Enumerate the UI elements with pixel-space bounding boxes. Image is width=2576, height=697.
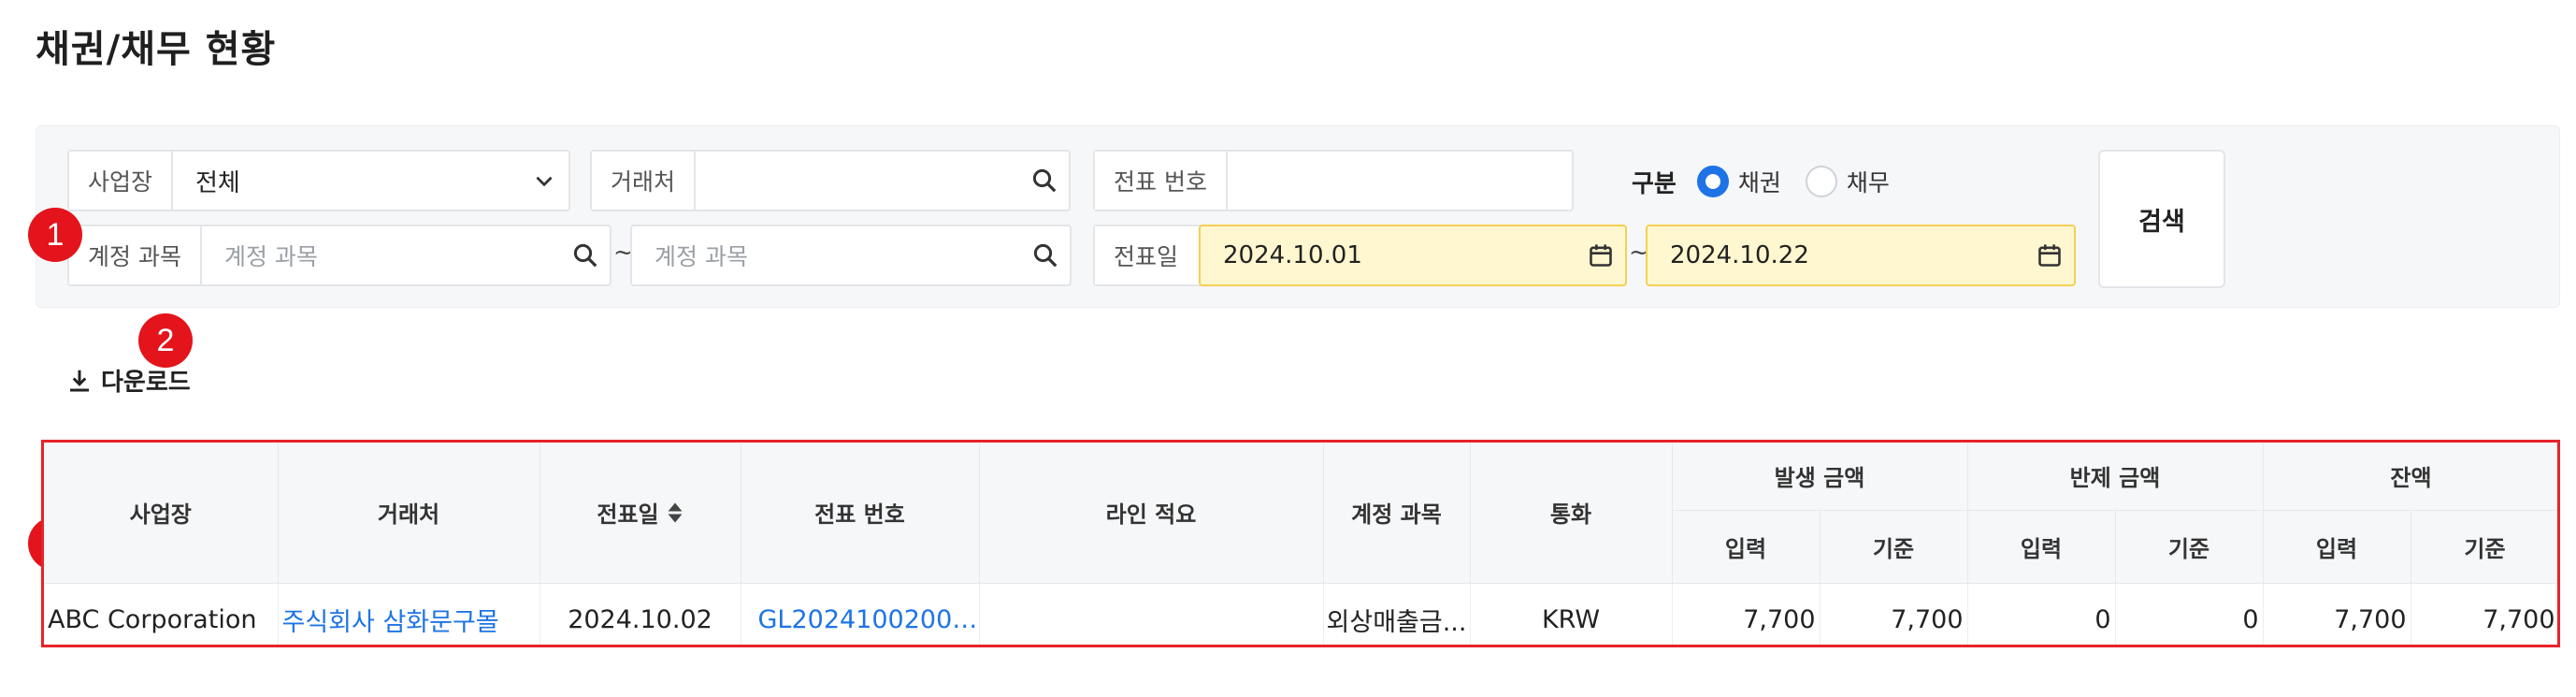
division-radio-group: 구분 채권 채무 (1632, 159, 1914, 204)
cell-voucher-date: 2024.10.02 (540, 583, 741, 645)
cell-voucher-no-link[interactable]: GL202410020002 (741, 583, 980, 645)
download-label: 다운로드 (101, 369, 191, 397)
cell-occurred-base: 7,700 (1820, 583, 1968, 645)
col-header-voucher-date-label: 전표일 (597, 501, 659, 528)
col-header-account-subject: 계정 과목 (1323, 443, 1471, 584)
partner-label: 거래처 (592, 152, 697, 210)
col-header-offset-base: 기준 (2115, 510, 2264, 584)
col-header-balance-base: 기준 (2411, 510, 2557, 584)
col-header-balance-input: 입력 (2263, 510, 2411, 584)
voucher-date-label-box: 전표일 (1093, 225, 1202, 286)
cell-occurred-input: 7,700 (1672, 583, 1820, 645)
search-button[interactable]: 검색 (2098, 150, 2225, 288)
account-subject-from-input[interactable]: 계정 과목 (202, 239, 561, 272)
radio-checked-icon[interactable] (1696, 166, 1729, 197)
account-subject-from-field[interactable]: 계정 과목 계정 과목 (67, 225, 612, 286)
business-site-label: 사업장 (69, 152, 174, 210)
search-icon[interactable] (1020, 152, 1069, 210)
partner-field[interactable]: 거래처 (590, 150, 1071, 211)
calendar-icon[interactable] (1576, 226, 1625, 284)
col-header-line-summary: 라인 적요 (979, 443, 1324, 584)
col-header-business-site: 사업장 (44, 443, 279, 584)
voucher-date-to-value[interactable]: 2024.10.22 (1648, 241, 2025, 269)
col-header-balance: 잔액 (2263, 443, 2557, 511)
download-button[interactable]: 다운로드 (65, 363, 191, 398)
col-header-offset-input: 입력 (1967, 510, 2116, 584)
business-site-select[interactable]: 사업장 전체 (67, 150, 570, 211)
account-subject-to-field[interactable]: 계정 과목 (630, 225, 1072, 286)
annotation-marker-1: 1 (28, 208, 82, 262)
voucher-no-label: 전표 번호 (1095, 152, 1228, 210)
sort-icon[interactable] (667, 501, 684, 530)
col-header-offset-amount: 반제 금액 (1967, 443, 2264, 511)
annotation-marker-2: 2 (138, 313, 193, 368)
account-subject-to-input[interactable]: 계정 과목 (632, 239, 1021, 272)
radio-payable[interactable]: 채무 (1805, 165, 1890, 198)
chevron-down-icon[interactable] (520, 152, 568, 210)
col-header-currency: 통화 (1470, 443, 1673, 584)
radio-receivable-label: 채권 (1737, 169, 1781, 196)
radio-unchecked-icon[interactable] (1805, 166, 1837, 197)
col-header-voucher-no: 전표 번호 (741, 443, 980, 584)
voucher-date-label: 전표일 (1095, 226, 1198, 284)
calendar-icon[interactable] (2025, 226, 2074, 284)
cell-business-site: ABC Corporation (44, 583, 279, 645)
search-icon[interactable] (561, 226, 610, 284)
business-site-value: 전체 (195, 168, 240, 197)
cell-account-subject: 외상매출금... (1323, 583, 1471, 645)
cell-currency: KRW (1470, 583, 1673, 645)
cell-balance-input: 7,700 (2263, 583, 2411, 645)
col-header-partner: 거래처 (278, 443, 540, 584)
page-title: 채권/채무 현황 (36, 28, 277, 71)
col-header-occurred-base: 기준 (1820, 510, 1968, 584)
radio-payable-label: 채무 (1846, 169, 1890, 196)
voucher-date-from-field[interactable]: 2024.10.01 (1199, 225, 1627, 286)
radio-receivable[interactable]: 채권 (1696, 165, 1781, 198)
cell-offset-input: 0 (1967, 583, 2116, 645)
voucher-date-from-value[interactable]: 2024.10.01 (1201, 241, 1576, 269)
voucher-no-field[interactable]: 전표 번호 (1093, 150, 1574, 211)
col-header-voucher-date[interactable]: 전표일 (540, 443, 741, 584)
voucher-date-to-field[interactable]: 2024.10.22 (1646, 225, 2076, 286)
account-subject-label: 계정 과목 (69, 226, 202, 284)
cell-partner-link[interactable]: 주식회사 삼화문구몰 (278, 583, 540, 645)
data-table: 사업장 거래처 전표일 전표 번호 라인 적요 계정 과목 통화 발생 금액 반… (41, 440, 2560, 647)
cell-offset-base: 0 (2115, 583, 2264, 645)
division-label: 구분 (1632, 169, 1677, 198)
table-row[interactable]: ABC Corporation 주식회사 삼화문구몰 2024.10.02 GL… (44, 583, 2557, 645)
cell-balance-base: 7,700 (2411, 583, 2557, 645)
cell-line-summary (979, 583, 1324, 645)
col-header-occurred-amount: 발생 금액 (1672, 443, 1968, 511)
col-header-occurred-input: 입력 (1672, 510, 1820, 584)
search-icon[interactable] (1021, 226, 1070, 284)
download-icon (70, 370, 89, 391)
